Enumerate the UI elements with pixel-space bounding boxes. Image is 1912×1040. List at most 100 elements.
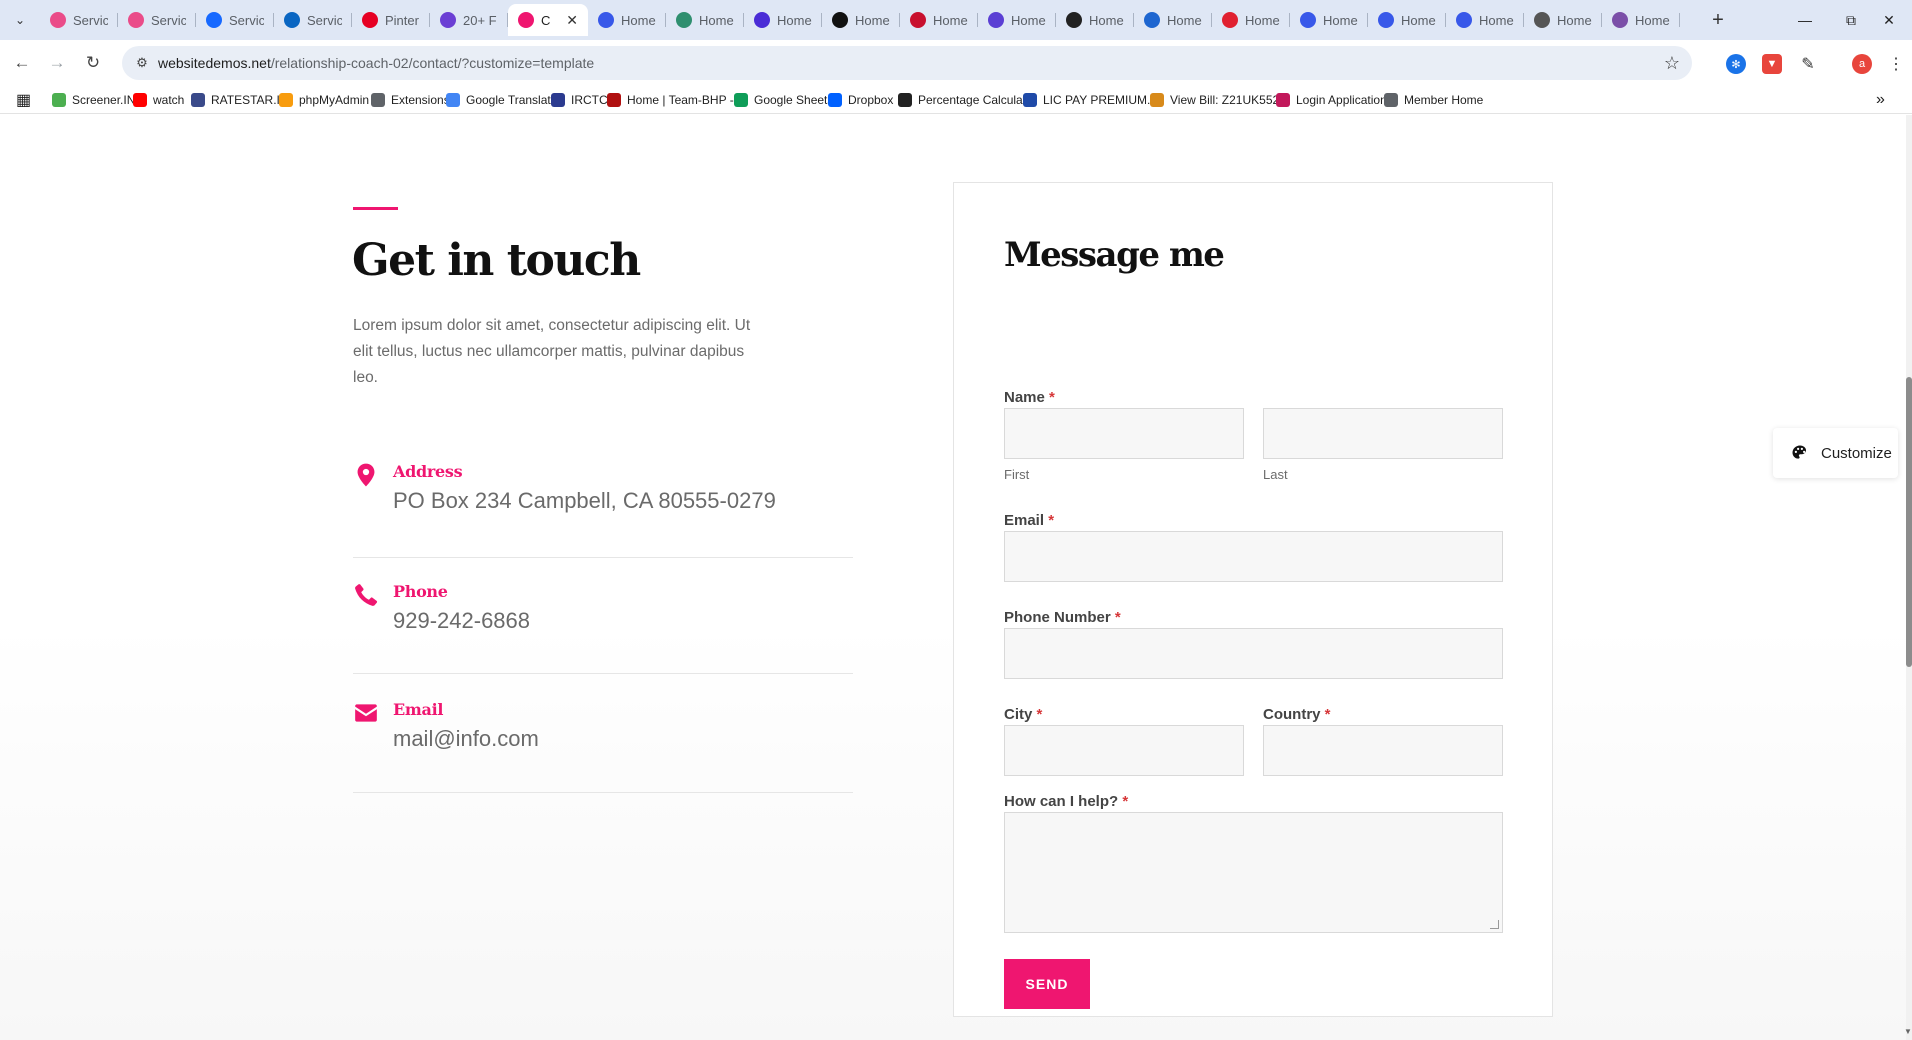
bookmark-11[interactable]: LIC PAY PREMIUM... xyxy=(1023,90,1157,110)
page-content: Get in touch Lorem ipsum dolor sit amet,… xyxy=(0,115,1912,1040)
phone-label: Phone Number * xyxy=(1004,609,1121,626)
name-label-text: Name xyxy=(1004,389,1045,406)
profile-avatar[interactable]: a xyxy=(1852,54,1872,74)
bookmark-14[interactable]: Member Home xyxy=(1384,90,1483,110)
required-mark: * xyxy=(1048,512,1055,529)
message-textarea[interactable] xyxy=(1004,812,1503,933)
bookmark-9[interactable]: Dropbox xyxy=(828,90,893,110)
extension-icon[interactable]: ✻ xyxy=(1726,54,1746,74)
dribbble-icon xyxy=(50,12,66,28)
bookmark-7[interactable]: Home | Team-BHP -... xyxy=(607,90,744,110)
shield-extension-icon[interactable]: ▼ xyxy=(1762,54,1782,74)
menu-kebab-icon[interactable]: ⋮ xyxy=(1886,54,1906,74)
globe-logo-icon xyxy=(1144,12,1160,28)
tab-20[interactable]: Home xyxy=(1602,4,1680,36)
address-title: Address xyxy=(393,462,463,481)
bookmark-10[interactable]: Percentage Calculator xyxy=(898,90,1037,110)
bookmark-13[interactable]: Login Application xyxy=(1276,90,1387,110)
forward-button[interactable]: → xyxy=(42,48,72,78)
tab-6[interactable]: C ✕ xyxy=(508,4,588,36)
arrow-left-icon: ← xyxy=(13,53,31,72)
bookmark-5[interactable]: Google Translate xyxy=(446,90,557,110)
bookmark-label: IRCTC xyxy=(571,93,608,107)
tab-12[interactable]: Home xyxy=(978,4,1056,36)
bookmark-label: View Bill: Z21UK552... xyxy=(1170,93,1290,107)
minimize-button[interactable]: — xyxy=(1782,0,1828,40)
page-scrollbar[interactable] xyxy=(1906,115,1912,1040)
bookmark-label: Screener.IN xyxy=(72,93,136,107)
tab-2[interactable]: Servic xyxy=(196,4,274,36)
url-text[interactable]: websitedemos.net/relationship-coach-02/c… xyxy=(158,55,594,71)
chevron-down-icon: ⌄ xyxy=(14,13,26,27)
email-input[interactable] xyxy=(1004,531,1503,582)
tab-label: C xyxy=(541,12,551,28)
scroll-down-arrow-icon[interactable]: ▼ xyxy=(1904,1027,1912,1036)
tab-search-button[interactable]: ⌄ xyxy=(8,8,32,32)
tab-17[interactable]: Home xyxy=(1368,4,1446,36)
first-name-input[interactable] xyxy=(1004,408,1244,459)
tab-16[interactable]: Home xyxy=(1290,4,1368,36)
bookmark-label: Dropbox xyxy=(848,93,894,107)
tab-18[interactable]: Home xyxy=(1446,4,1524,36)
tab-13[interactable]: Home xyxy=(1056,4,1134,36)
email-value: mail@info.com xyxy=(393,726,539,751)
bookmark-4[interactable]: Extensions xyxy=(371,90,450,110)
tab-10[interactable]: Home xyxy=(822,4,900,36)
phone-input[interactable] xyxy=(1004,628,1503,679)
tab-label: Home xyxy=(1167,12,1202,28)
last-name-input[interactable] xyxy=(1263,408,1503,459)
tab-0[interactable]: Servic xyxy=(40,4,118,36)
address-bar[interactable]: ⚙ websitedemos.net/relationship-coach-02… xyxy=(122,46,1692,80)
tab-label: Home xyxy=(1245,12,1280,28)
flag-icon xyxy=(910,12,926,28)
reload-button[interactable]: ↻ xyxy=(78,48,108,78)
city-input[interactable] xyxy=(1004,725,1244,776)
bookmark-0[interactable]: Screener.IN xyxy=(52,90,135,110)
triangle-logo-icon xyxy=(440,12,456,28)
send-button[interactable]: SEND xyxy=(1004,959,1090,1009)
tab-9[interactable]: Home xyxy=(744,4,822,36)
close-window-button[interactable]: ✕ xyxy=(1866,0,1912,40)
bookmark-12[interactable]: View Bill: Z21UK552... xyxy=(1150,90,1289,110)
tab-15[interactable]: Home xyxy=(1212,4,1290,36)
profile-initial: a xyxy=(1858,58,1866,70)
tab-3[interactable]: Servic xyxy=(274,4,352,36)
puzzle-icon[interactable]: ✎ xyxy=(1798,54,1818,74)
tab-5[interactable]: 20+ F xyxy=(430,4,508,36)
irctc-icon xyxy=(551,93,565,107)
tab-19[interactable]: Home xyxy=(1524,4,1602,36)
grid-logo-icon xyxy=(1534,12,1550,28)
customize-button[interactable]: Customize xyxy=(1773,428,1898,478)
phone-title: Phone xyxy=(393,582,448,601)
scrollbar-thumb[interactable] xyxy=(1906,377,1912,667)
help-label-text: How can I help? xyxy=(1004,793,1119,810)
wordpress-icon xyxy=(598,12,614,28)
bookmark-label: watch xyxy=(153,93,185,107)
bookmark-label: Home | Team-BHP -... xyxy=(627,93,744,107)
bookmark-label: phpMyAdmin xyxy=(299,93,370,107)
apps-button[interactable]: ▦ xyxy=(16,90,31,110)
tab-1[interactable]: Servic xyxy=(118,4,196,36)
dribbble-icon xyxy=(128,12,144,28)
bookmark-3[interactable]: phpMyAdmin xyxy=(279,90,369,110)
tab-11[interactable]: Home xyxy=(900,4,978,36)
bookmark-6[interactable]: IRCTC xyxy=(551,90,608,110)
tab-14[interactable]: Home xyxy=(1134,4,1212,36)
bookmarks-bar: ▦ » Screener.IN watch RATESTAR.IN phpMyAdmi… xyxy=(0,86,1912,114)
tab-4[interactable]: Pinter xyxy=(352,4,430,36)
new-tab-button[interactable]: + xyxy=(1704,6,1732,34)
translate-icon xyxy=(446,93,460,107)
bookmark-star-icon[interactable]: ☆ xyxy=(1664,53,1680,74)
bookmark-1[interactable]: watch xyxy=(133,90,184,110)
site-info-icon[interactable]: ⚙ xyxy=(134,55,150,71)
back-button[interactable]: ← xyxy=(7,48,37,78)
bookmark-2[interactable]: RATESTAR.IN xyxy=(191,90,289,110)
country-input[interactable] xyxy=(1263,725,1503,776)
bookmark-label: Extensions xyxy=(391,93,450,107)
close-tab-icon[interactable]: ✕ xyxy=(566,12,578,29)
tab-7[interactable]: Home xyxy=(588,4,666,36)
email-title: Email xyxy=(393,700,444,719)
tab-8[interactable]: Home xyxy=(666,4,744,36)
more-bookmarks-button[interactable]: » xyxy=(1876,90,1885,110)
bookmark-8[interactable]: Google Sheets xyxy=(734,90,833,110)
